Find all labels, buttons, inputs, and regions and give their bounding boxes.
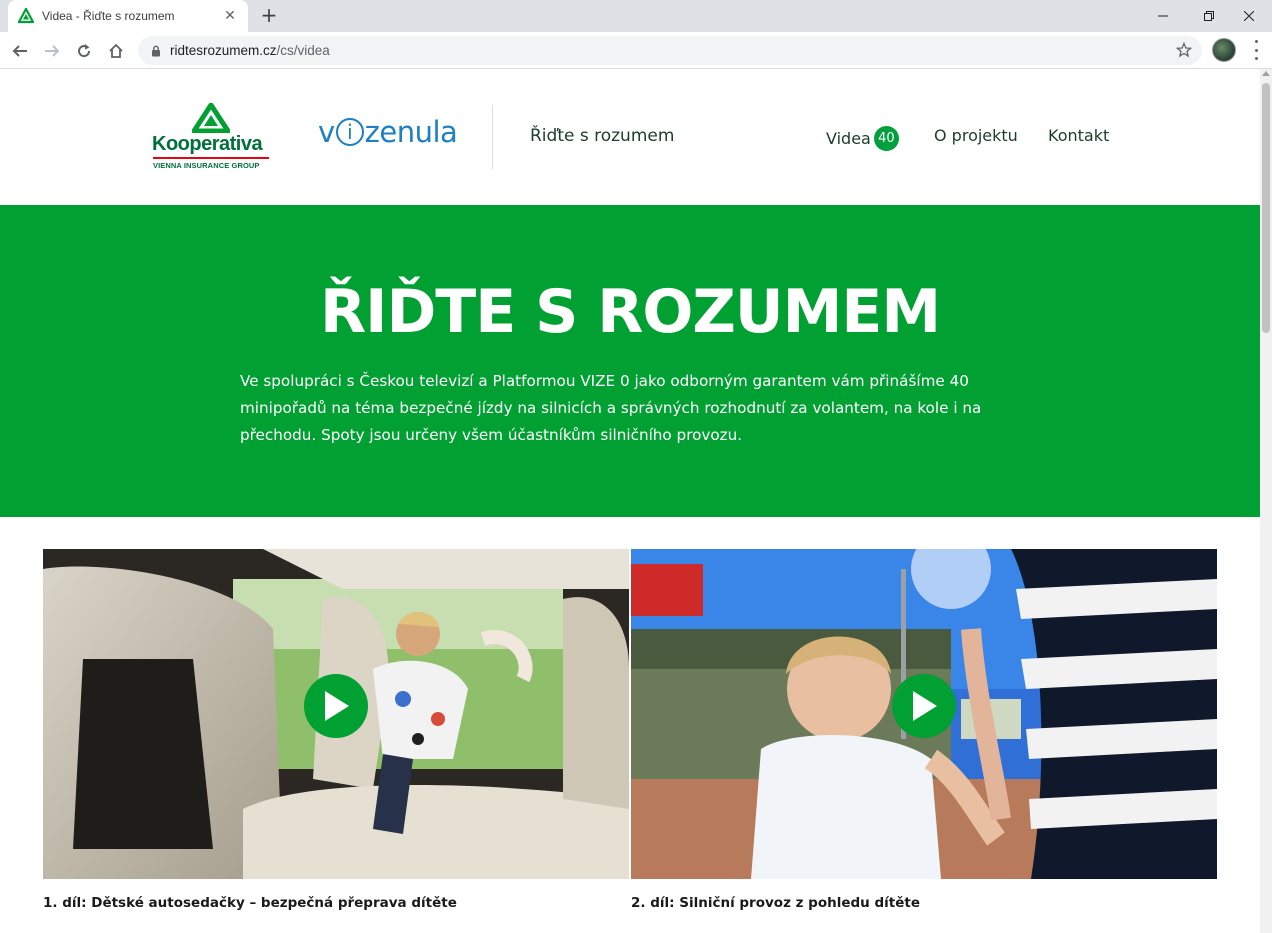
vize-logo-suffix: zenula (364, 115, 458, 149)
play-button[interactable] (304, 674, 368, 738)
browser-tabstrip: Videa - Řiďte s rozumem ✕ + (0, 0, 1272, 32)
browser-toolbar: ridtesrozumem.cz/cs/videa (0, 32, 1272, 69)
site-header: Kooperativa VIENNA INSURANCE GROUP v i zen… (0, 69, 1260, 205)
play-button[interactable] (892, 674, 956, 738)
nav-kontakt[interactable]: Kontakt (1048, 126, 1109, 145)
minimize-icon (1158, 15, 1168, 17)
kooperativa-subtitle: VIENNA INSURANCE GROUP (153, 161, 260, 170)
kooperativa-name: Kooperativa (152, 133, 263, 155)
scroll-up-arrow-icon[interactable] (1262, 71, 1270, 76)
forward-button[interactable] (39, 38, 65, 64)
kooperativa-logo[interactable]: Kooperativa VIENNA INSURANCE GROUP (152, 103, 272, 171)
restore-icon (1204, 11, 1214, 21)
hero-description: Ve spolupráci s Českou televizí a Platfo… (240, 372, 982, 444)
play-icon (325, 691, 349, 721)
forward-icon (45, 45, 60, 57)
nav-videa-label: Videa (826, 129, 871, 148)
hero-banner: ŘIĎTE S ROZUMEM Ve spolupráci s Českou t… (0, 205, 1260, 517)
hero-title: ŘIĎTE S ROZUMEM (319, 277, 941, 347)
profile-avatar[interactable] (1212, 38, 1236, 62)
video-card[interactable]: 1. díl: Dětské autosedačky – bezpečná př… (43, 549, 629, 911)
kooperativa-red-bar (153, 157, 269, 159)
header-divider (492, 105, 493, 169)
vize-logo-i: i (335, 118, 364, 146)
video-title[interactable]: 1. díl: Dětské autosedačky – bezpečná př… (43, 895, 629, 911)
close-window-button[interactable] (1226, 0, 1272, 32)
address-bar[interactable]: ridtesrozumem.cz/cs/videa (138, 36, 1202, 65)
back-button[interactable] (7, 38, 33, 64)
play-icon (913, 691, 937, 721)
tab-close-icon[interactable]: ✕ (222, 8, 238, 24)
video-count-badge: 40 (873, 126, 899, 151)
new-tab-button[interactable]: + (258, 4, 280, 26)
video-thumbnail[interactable] (43, 549, 629, 879)
star-icon[interactable] (1176, 42, 1192, 58)
vize-logo-prefix: v (318, 115, 335, 149)
site-title[interactable]: Řiďte s rozumem (530, 126, 674, 146)
vize-zero-logo[interactable]: v i zenula (318, 115, 458, 149)
close-icon (1244, 11, 1254, 21)
browser-tab[interactable]: Videa - Řiďte s rozumem ✕ (8, 0, 248, 32)
video-card[interactable]: 2. díl: Silniční provoz z pohledu dítěte (631, 549, 1217, 911)
minimize-button[interactable] (1140, 0, 1186, 32)
kooperativa-favicon-icon (18, 8, 34, 24)
kooperativa-emblem-icon (192, 103, 230, 133)
back-icon (12, 45, 27, 57)
home-icon (109, 43, 123, 58)
nav-videa[interactable]: Videa 40 (826, 126, 899, 151)
nav-o-projektu[interactable]: O projektu (934, 126, 1018, 145)
tab-title: Videa - Řiďte s rozumem (42, 9, 175, 23)
lock-icon (152, 45, 160, 56)
video-thumbnail[interactable] (631, 549, 1217, 879)
scroll-thumb[interactable] (1262, 83, 1270, 333)
page-viewport: Kooperativa VIENNA INSURANCE GROUP v i zen… (0, 69, 1260, 933)
reload-icon (78, 44, 91, 58)
menu-icon[interactable] (1248, 40, 1264, 60)
url-text: ridtesrozumem.cz/cs/videa (170, 43, 330, 58)
video-title[interactable]: 2. díl: Silniční provoz z pohledu dítěte (631, 895, 1217, 911)
home-button[interactable] (103, 38, 129, 64)
reload-button[interactable] (71, 38, 97, 64)
page-scrollbar[interactable] (1260, 69, 1272, 933)
